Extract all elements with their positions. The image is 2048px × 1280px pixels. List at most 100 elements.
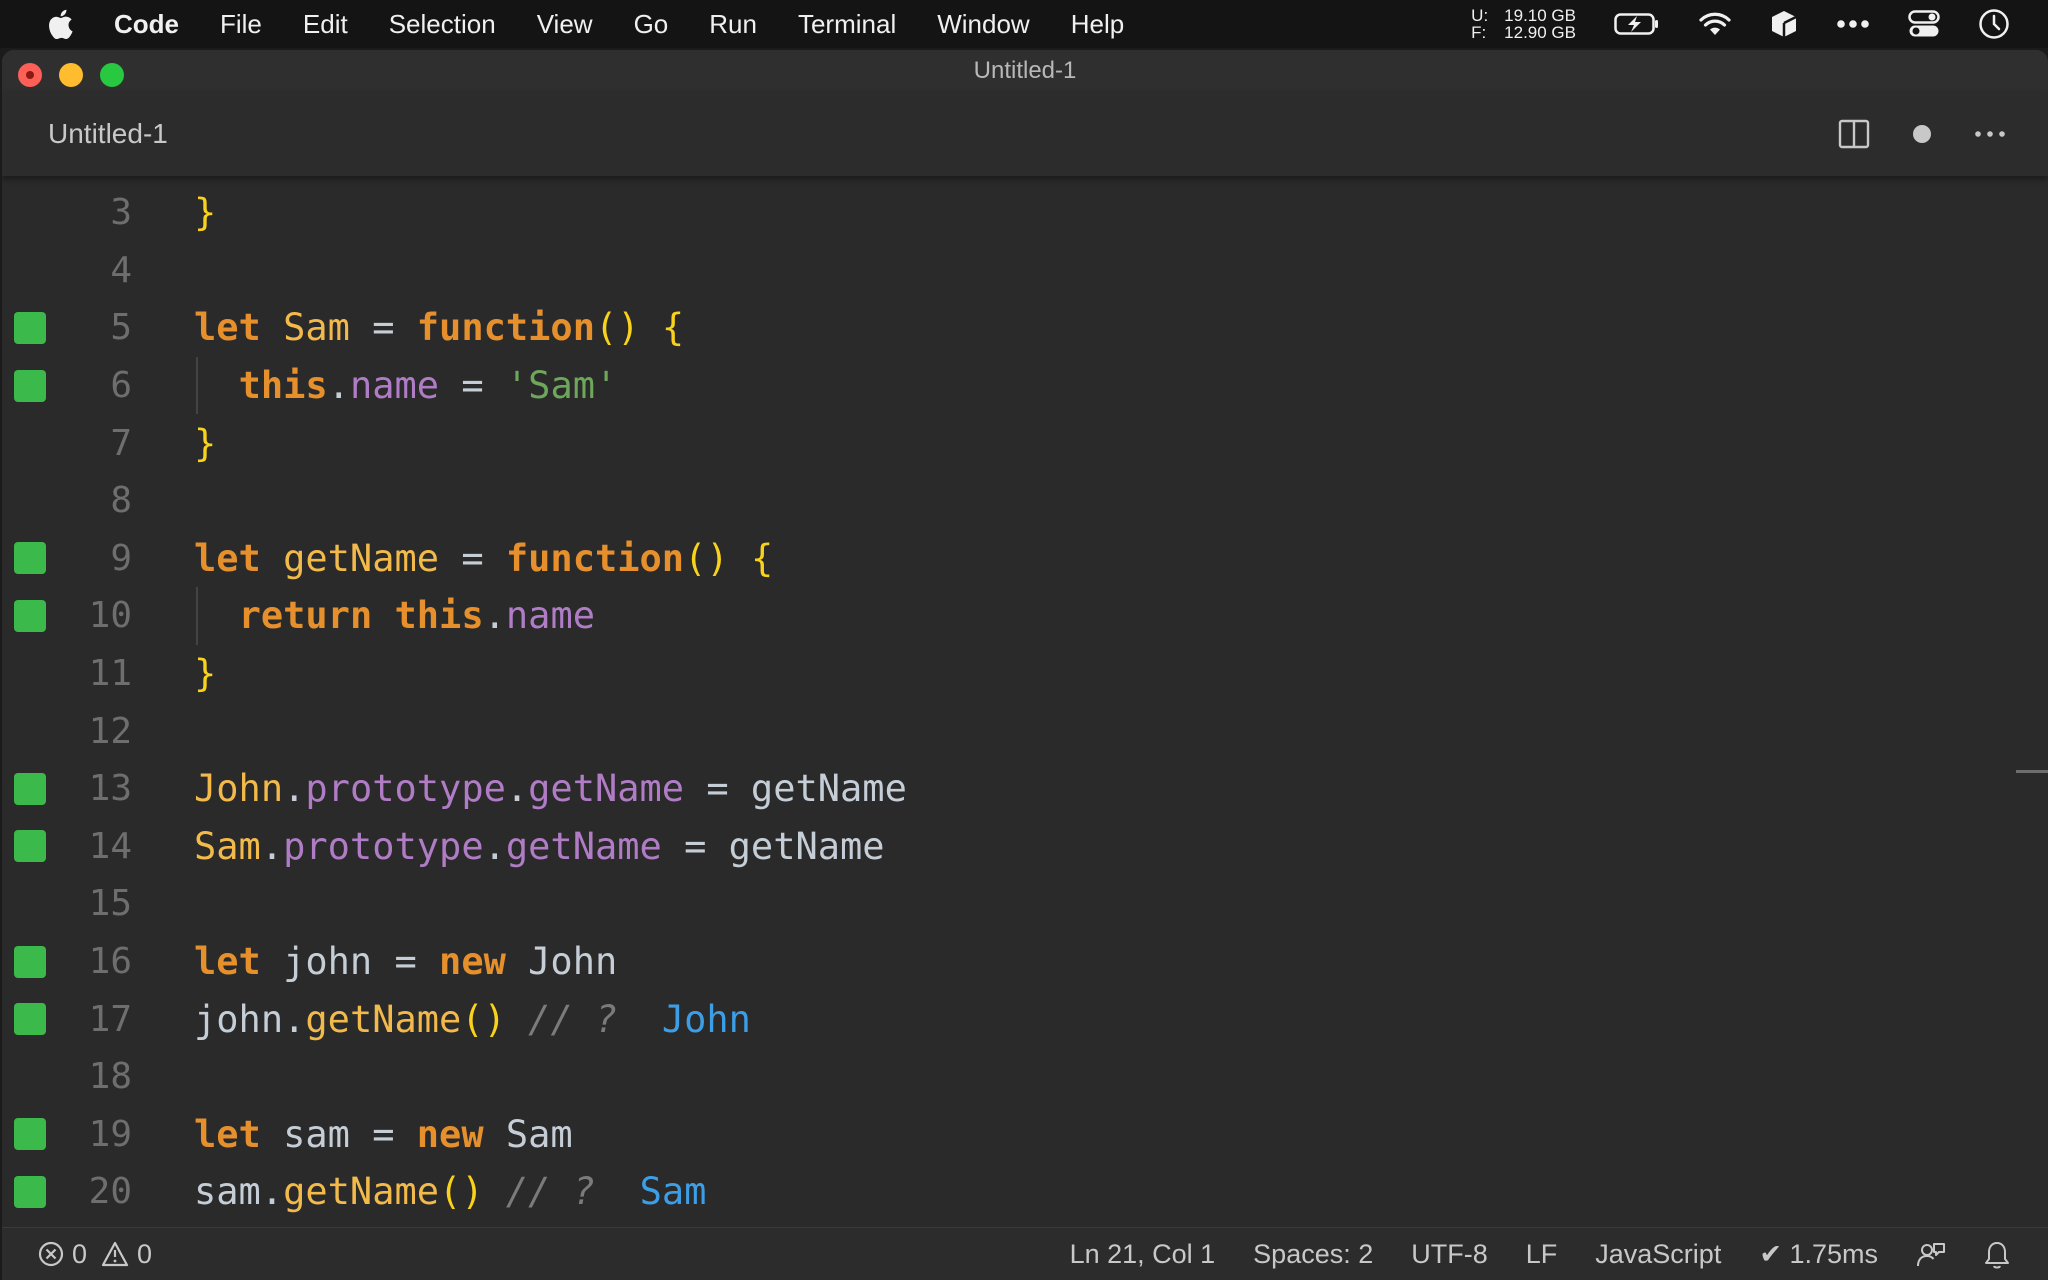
code-token: sam [194,1170,261,1214]
code-line[interactable]: 14 Sam.prototype.getName = getName [2,818,2048,876]
error-icon [38,1241,64,1267]
code-line[interactable]: 15 [2,875,2048,933]
cursor-position[interactable]: Ln 21, Col 1 [1070,1239,1216,1270]
window-titlebar[interactable]: Untitled-1 [2,50,2048,92]
code-token: let [194,1112,261,1156]
end-of-line[interactable]: LF [1526,1239,1558,1270]
warning-count: 0 [137,1238,153,1269]
menu-terminal[interactable]: Terminal [798,9,896,40]
code-token: John [194,767,284,811]
code-token: . [283,997,306,1041]
code-line[interactable]: 16 let john = new John [2,933,2048,991]
clock-icon[interactable] [1978,8,2010,40]
code-line[interactable]: 20 sam.getName() // ? Sam [2,1163,2048,1221]
window-controls [18,63,124,87]
memory-free-value: 12.90 GB [1504,23,1576,42]
minimize-window-button[interactable] [59,63,83,87]
menu-go[interactable]: Go [634,9,669,40]
overview-ruler-marker[interactable] [2016,770,2048,773]
code-token: getName [528,767,685,811]
code-token: . [283,767,306,811]
menu-window[interactable]: Window [937,9,1029,40]
code-token: . [505,767,529,811]
memory-stats[interactable]: U: 19.10 GB F: 12.90 GB [1471,7,1576,41]
menu-view[interactable]: View [537,9,593,40]
code-token: . [483,594,506,638]
menubar-tray: U: 19.10 GB F: 12.90 GB [1471,0,2048,48]
code-line[interactable]: 10 return this.name [2,587,2048,645]
code-line[interactable]: 4 [2,242,2048,300]
line-number: 16 [88,941,132,983]
code-line[interactable]: 5 let Sam = function() { [2,299,2048,357]
macos-menubar: Code File Edit Selection View Go Run Ter… [0,0,2048,48]
code-line[interactable]: 19 let sam = new Sam [2,1106,2048,1164]
control-center-icon[interactable] [1908,10,1940,38]
code-line[interactable]: 8 [2,472,2048,530]
quokka-timing[interactable]: ✔ 1.75ms [1759,1239,1878,1270]
close-window-button[interactable] [18,63,42,87]
language-mode[interactable]: JavaScript [1595,1239,1721,1270]
more-icon[interactable] [1836,19,1870,29]
code-token: () [594,306,640,350]
coverage-marker-icon [14,1003,46,1036]
code-text: let sam = new Sam [194,1113,573,1156]
code-token: } [194,421,217,465]
error-count: 0 [72,1238,88,1269]
feedback-icon[interactable] [1916,1240,1946,1270]
line-number: 4 [110,249,132,291]
window-title: Untitled-1 [973,57,1077,84]
code-line[interactable]: 7} [2,414,2048,472]
coverage-marker-icon [14,542,46,575]
code-line[interactable]: 13 John.prototype.getName = getName [2,760,2048,818]
code-token: John [661,997,751,1041]
code-line[interactable]: 9 let getName = function() { [2,530,2048,588]
code-token: let [194,536,261,580]
code-token: prototype [283,824,484,868]
more-actions-icon[interactable] [1974,130,2006,138]
code-editor[interactable]: 3} 4 5 let Sam = function() { 6 this.name = … [2,176,2048,1277]
line-number: 5 [110,307,132,349]
menu-file[interactable]: File [220,9,262,40]
code-token: = [439,364,506,408]
code-token: John [528,940,618,984]
apple-menu-icon[interactable] [40,9,80,39]
battery-charging-icon[interactable] [1614,12,1660,36]
menu-selection[interactable]: Selection [389,9,496,40]
maximize-window-button[interactable] [100,63,124,87]
wifi-icon[interactable] [1698,11,1732,37]
code-line[interactable]: 11} [2,645,2048,703]
line-number: 14 [88,825,132,867]
menu-edit[interactable]: Edit [303,9,348,40]
code-token: . [260,1170,284,1214]
notifications-bell-icon[interactable] [1984,1240,2010,1270]
code-token: prototype [305,767,506,811]
code-line[interactable]: 17 john.getName() // ? John [2,990,2048,1048]
code-token: = [372,940,440,984]
package-icon[interactable] [1770,9,1798,39]
indentation-setting[interactable]: Spaces: 2 [1253,1239,1373,1270]
memory-used-label: U: [1471,6,1489,25]
code-token: Sam [639,1170,707,1214]
file-encoding[interactable]: UTF-8 [1411,1239,1488,1270]
line-number: 6 [110,365,132,407]
code-token: getName [283,536,440,580]
menu-run[interactable]: Run [709,9,757,40]
code-line[interactable]: 18 [2,1048,2048,1106]
split-editor-icon[interactable] [1838,119,1870,149]
code-token: function [505,536,685,580]
unsaved-dot-icon[interactable] [1912,124,1932,144]
coverage-marker-icon [14,311,46,344]
line-number: 18 [88,1056,132,1098]
coverage-marker-icon [14,945,46,978]
memory-used-value: 19.10 GB [1504,6,1576,25]
tab-untitled-1[interactable]: Untitled-1 [48,118,168,150]
code-line[interactable]: 12 [2,702,2048,760]
code-line[interactable]: 3} [2,184,2048,242]
code-token: // ? [528,997,618,1041]
problems-indicator[interactable]: 0 0 [38,1239,166,1270]
menu-app-name[interactable]: Code [114,9,179,40]
menu-help[interactable]: Help [1071,9,1124,40]
code-text: let Sam = function() { [194,306,684,349]
code-line[interactable]: 6 this.name = 'Sam' [2,356,2048,415]
